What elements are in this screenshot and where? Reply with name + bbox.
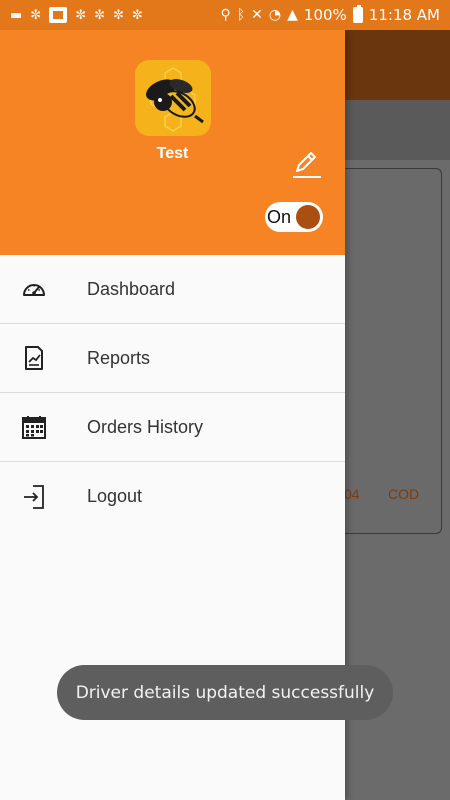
menu-item-dashboard[interactable]: Dashboard xyxy=(0,255,345,324)
menu-label: Dashboard xyxy=(87,278,176,299)
menu-label: Logout xyxy=(87,486,143,506)
menu-item-orders-history[interactable]: Orders History xyxy=(0,393,345,462)
signal-icon: ▲ xyxy=(287,7,298,23)
edit-pencil-icon[interactable] xyxy=(291,147,323,179)
bluetooth-icon: ᛒ xyxy=(236,7,246,23)
report-chart-icon xyxy=(20,344,48,372)
clock: 11:18 AM xyxy=(368,6,440,24)
notification-icon: ✼ xyxy=(75,7,87,23)
message-icon: ▬ xyxy=(10,7,23,23)
wifi-icon: ◔ xyxy=(268,7,282,23)
menu-item-logout[interactable]: Logout xyxy=(0,462,345,531)
status-bar: ▬ ✼ ✼ ✼ ✼ ✼ ⚲ ᛒ ✕ ◔ ▲ 100% 11:18 AM xyxy=(0,0,450,30)
notification-icon: ✼ xyxy=(94,7,106,23)
availability-toggle[interactable]: On xyxy=(265,202,323,232)
menu-label: Orders History xyxy=(87,416,204,437)
drawer-header: Test On xyxy=(0,30,345,255)
order-id-text: 04 xyxy=(344,486,360,502)
system-icons: ⚲ ᛒ ✕ ◔ ▲ 100% 11:18 AM xyxy=(220,5,440,24)
battery-percent: 100% xyxy=(303,6,347,24)
notification-icons: ▬ ✼ ✼ ✼ ✼ ✼ xyxy=(10,7,143,23)
location-icon: ⚲ xyxy=(220,7,231,23)
menu-label: Reports xyxy=(87,347,151,368)
battery-icon xyxy=(352,5,363,23)
bee-logo-icon xyxy=(135,60,211,136)
calendar-icon xyxy=(20,413,48,441)
toggle-knob xyxy=(296,205,320,229)
logout-icon xyxy=(20,483,48,511)
speedometer-icon xyxy=(20,275,48,303)
toggle-label: On xyxy=(267,206,292,227)
notification-icon: ✼ xyxy=(131,7,143,23)
drawer-menu: Dashboard Reports Orders History Logout xyxy=(0,255,345,531)
menu-item-reports[interactable]: Reports xyxy=(0,324,345,393)
notification-icon: ✼ xyxy=(113,7,124,23)
notification-icon: ✼ xyxy=(30,7,42,23)
payment-method-text: COD xyxy=(388,486,420,502)
mute-icon: ✕ xyxy=(251,7,263,23)
toast-message: Driver details updated successfully xyxy=(57,665,393,720)
flipboard-icon xyxy=(49,7,68,23)
